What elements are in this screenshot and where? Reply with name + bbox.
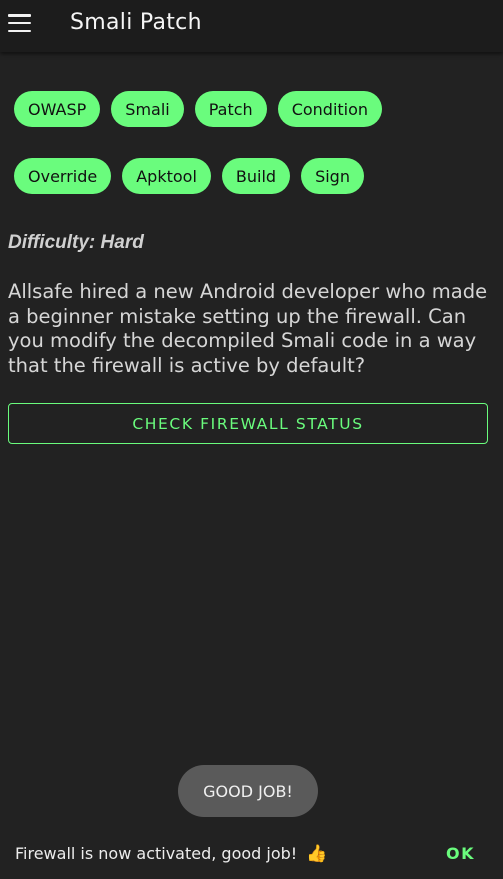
challenge-description: Allsafe hired a new Android developer wh…	[8, 280, 488, 377]
chip-sign[interactable]: Sign	[301, 158, 364, 194]
chip-condition[interactable]: Condition	[277, 91, 383, 127]
tag-chips-row-2: Override Apktool Build Sign	[14, 158, 364, 194]
chip-apktool[interactable]: Apktool	[122, 158, 211, 194]
app-screen: Smali Patch OWASP Smali Patch Condition …	[0, 0, 503, 879]
check-firewall-status-button[interactable]: CHECK FIREWALL STATUS	[8, 403, 488, 444]
page-title: Smali Patch	[70, 10, 202, 35]
chip-override[interactable]: Override	[14, 158, 112, 194]
toast-message: GOOD JOB!	[178, 765, 318, 817]
snackbar: Firewall is now activated, good job! 👍 O…	[0, 829, 503, 879]
chip-smali[interactable]: Smali	[111, 91, 184, 127]
snackbar-message-row: Firewall is now activated, good job! 👍	[15, 844, 327, 864]
chip-patch[interactable]: Patch	[194, 91, 267, 127]
thumbs-up-icon: 👍	[306, 844, 328, 864]
difficulty-label: Difficulty: Hard	[8, 232, 144, 253]
top-app-bar: Smali Patch	[0, 0, 503, 52]
chip-build[interactable]: Build	[221, 158, 291, 194]
snackbar-message: Firewall is now activated, good job!	[15, 844, 298, 863]
tag-chips-row-1: OWASP Smali Patch Condition	[14, 91, 383, 127]
snackbar-ok-button[interactable]: OK	[446, 844, 475, 863]
hamburger-menu-icon[interactable]	[8, 11, 32, 35]
chip-owasp[interactable]: OWASP	[14, 91, 101, 127]
